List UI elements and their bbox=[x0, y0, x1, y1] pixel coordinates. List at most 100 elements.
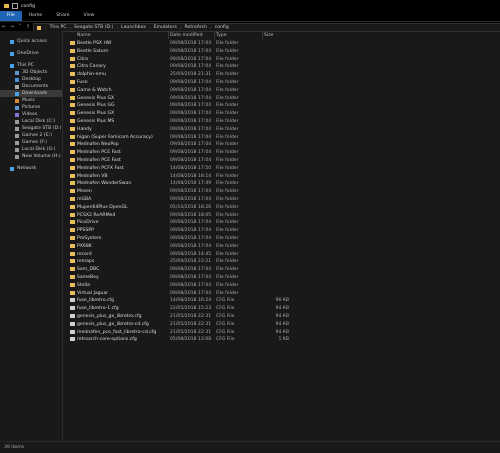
file-type: File folder bbox=[216, 212, 239, 218]
sidebar-item-label: Videos bbox=[22, 112, 38, 117]
file-size: 96 KB bbox=[275, 298, 289, 304]
folder-row[interactable]: mGBA 09/08/2018 17:04 File folder bbox=[63, 196, 500, 203]
file-row[interactable]: fuse_libretro-1.cfg 22/05/2018 15:23 CFG F… bbox=[63, 305, 500, 312]
sidebar-item[interactable]: Pictures bbox=[0, 104, 62, 111]
file-name: PicoDrive bbox=[77, 220, 99, 226]
forward-arrow-icon[interactable]: → bbox=[8, 24, 16, 30]
folder-row[interactable]: record 09/08/2018 14:45 File folder bbox=[63, 251, 500, 258]
folder-row[interactable]: Mupen64Plus OpenGL 05/10/2018 18:26 File f… bbox=[63, 204, 500, 211]
sidebar-item[interactable]: Music bbox=[0, 97, 62, 104]
column-divider[interactable] bbox=[262, 32, 263, 39]
folder-row[interactable]: Mednafen PCE Fast 09/08/2018 17:04 File fo… bbox=[63, 157, 500, 164]
folder-row[interactable]: Beetle Saturn 09/08/2018 17:04 File folder bbox=[63, 48, 500, 55]
folder-row[interactable]: PX68K 09/08/2018 17:04 File folder bbox=[63, 243, 500, 250]
folder-row[interactable]: Handy 09/08/2018 17:04 File folder bbox=[63, 126, 500, 133]
folder-row[interactable]: PCSX2 ReARMed 09/08/2018 18:05 File folder bbox=[63, 212, 500, 219]
date-modified: 09/08/2018 17:04 bbox=[170, 158, 212, 163]
sidebar-item[interactable]: New Volume (H:) bbox=[0, 153, 62, 160]
sidebar-item[interactable]: Network bbox=[0, 165, 62, 172]
file-type: File folder bbox=[216, 87, 239, 93]
folder-row[interactable]: Beetle PSX HW 09/08/2018 17:04 File folder bbox=[63, 40, 500, 47]
file-row[interactable]: genesis_plus_gx_libretro-cd.cfg 21/05/201… bbox=[63, 321, 500, 328]
file-row[interactable]: fuse_libretro.cfg 14/08/2018 16:24 CFG Fil… bbox=[63, 297, 500, 304]
folder-row[interactable]: PicoDrive 09/08/2018 17:04 File folder bbox=[63, 219, 500, 226]
folder-row[interactable]: Genesis Plus GX 09/08/2018 17:04 File fold… bbox=[63, 110, 500, 117]
folder-row[interactable]: ProSystem 09/08/2018 17:04 File folder bbox=[63, 235, 500, 242]
folder-row[interactable]: Citra 09/08/2018 17:04 File folder bbox=[63, 56, 500, 63]
date-modified: 09/08/2018 17:04 bbox=[170, 275, 212, 280]
item-count: 39 items bbox=[4, 445, 25, 450]
recent-locations-icon[interactable]: ˅ bbox=[16, 24, 24, 30]
tab-file[interactable]: File bbox=[0, 11, 22, 21]
tab-share[interactable]: Share bbox=[49, 11, 76, 21]
folder-row[interactable]: Genesis Plus MS 09/08/2018 17:04 File fold… bbox=[63, 118, 500, 125]
folder-row[interactable]: PPSSPP 09/08/2018 17:04 File folder bbox=[63, 227, 500, 234]
folder-row[interactable]: Game & Watch 09/08/2018 17:04 File folder bbox=[63, 87, 500, 94]
quick-access-toolbar-icon[interactable] bbox=[12, 3, 18, 9]
file-type: File folder bbox=[216, 243, 239, 249]
sidebar-item[interactable]: Games (F:) bbox=[0, 139, 62, 146]
breadcrumb-emulators[interactable]: Emulators bbox=[153, 25, 178, 30]
folder-row[interactable]: Virtual Jaguar 09/08/2018 17:04 File folde… bbox=[63, 290, 500, 297]
folder-row[interactable]: Genesis Plus GG 09/08/2018 17:04 File fold… bbox=[63, 102, 500, 109]
folder-icon bbox=[70, 275, 75, 279]
breadcrumb-launchbox[interactable]: Launchbox bbox=[120, 25, 147, 30]
column-header-name[interactable]: Name bbox=[77, 33, 91, 38]
sidebar-item[interactable]: 3D Objects bbox=[0, 69, 62, 76]
file-name: Mupen64Plus OpenGL bbox=[77, 204, 128, 210]
file-name: ProSystem bbox=[77, 236, 102, 241]
folder-row[interactable]: higan (Super Famicom Accuracy) 09/08/2018… bbox=[63, 134, 500, 141]
tab-home[interactable]: Home bbox=[22, 11, 50, 21]
file-row[interactable]: genesis_plus_gx_libretro.cfg 21/05/2018 2… bbox=[63, 313, 500, 320]
sidebar-item[interactable]: Desktop bbox=[0, 76, 62, 83]
navigation-pane[interactable]: Quick access OneDrive This PC 3D Objects Des… bbox=[0, 31, 63, 441]
folder-row[interactable]: Fuse 09/08/2018 17:04 File folder bbox=[63, 79, 500, 86]
sidebar-item[interactable]: Quick access bbox=[0, 38, 62, 45]
date-modified: 21/05/2018 22:31 bbox=[170, 321, 212, 327]
sidebar-item[interactable]: Games 2 (E:) bbox=[0, 132, 62, 139]
sidebar-item[interactable]: Documents bbox=[0, 83, 62, 90]
folder-row[interactable]: Stella 09/08/2018 17:04 File folder bbox=[63, 282, 500, 289]
file-name: Citra Canary bbox=[77, 64, 106, 70]
folder-row[interactable]: Mednafen VB 14/08/2018 18:14 File folder bbox=[63, 173, 500, 180]
folder-row[interactable]: Mednafen PCE Fast 09/08/2018 17:04 File fo… bbox=[63, 149, 500, 156]
tab-view[interactable]: View bbox=[77, 11, 102, 21]
file-row[interactable]: mednafen_pce_fast_libretro-cd.cfg 21/05/2… bbox=[63, 329, 500, 336]
folder-row[interactable]: Mednafen PCFX Fast 14/08/2018 17:50 File f… bbox=[63, 165, 500, 172]
sidebar-item[interactable]: Local Disk (C:) bbox=[0, 118, 62, 125]
column-header-date[interactable]: Date modified bbox=[170, 33, 203, 38]
date-modified: 14/08/2018 18:14 bbox=[170, 173, 212, 179]
breadcrumb-this-pc[interactable]: This PC bbox=[49, 25, 68, 30]
sidebar-item[interactable]: Local Disk (G:) bbox=[0, 146, 62, 153]
breadcrumb-retroarch[interactable]: RetroArch bbox=[184, 25, 209, 30]
folder-row[interactable]: Citra Canary 09/08/2018 17:04 File folder bbox=[63, 63, 500, 70]
file-name: Genesis Plus GX bbox=[77, 95, 115, 101]
column-divider[interactable] bbox=[214, 32, 215, 39]
folder-row[interactable]: remaps 25/09/2018 23:21 File folder bbox=[63, 258, 500, 265]
folder-row[interactable]: Mednafen NeoPop 09/08/2018 17:04 File fold… bbox=[63, 141, 500, 148]
up-arrow-icon[interactable]: ↑ bbox=[24, 24, 32, 30]
column-header-size[interactable]: Size bbox=[264, 33, 273, 38]
file-row[interactable]: retroarch-core-options.cfg 05/08/2018 13:… bbox=[63, 336, 500, 343]
file-name: Mesen bbox=[77, 189, 92, 195]
folder-row[interactable]: dolphin-emu 25/09/2018 21:31 File folder bbox=[63, 71, 500, 78]
sidebar-item[interactable]: Seagate STB (D:) bbox=[0, 125, 62, 132]
folder-icon bbox=[70, 267, 75, 272]
sidebar-item[interactable]: This PC bbox=[0, 62, 62, 69]
folder-row[interactable]: Mesen 09/08/2018 17:04 File folder bbox=[63, 188, 500, 195]
file-name: higan (Super Famicom Accuracy) bbox=[77, 134, 153, 140]
file-name: Genesis Plus GG bbox=[77, 103, 115, 109]
folder-row[interactable]: Mednafen WonderSwan 14/08/2018 17:49 File … bbox=[63, 180, 500, 187]
sidebar-item[interactable]: Videos bbox=[0, 111, 62, 118]
sidebar-item-label: Local Disk (G:) bbox=[22, 147, 56, 152]
breadcrumb-config[interactable]: config bbox=[214, 25, 230, 30]
breadcrumb-drive[interactable]: Seagate STB (D:) bbox=[73, 25, 114, 30]
sidebar-item[interactable]: Downloads bbox=[0, 90, 62, 97]
sidebar-item[interactable]: OneDrive bbox=[0, 50, 62, 57]
column-divider[interactable] bbox=[168, 32, 169, 39]
column-header-type[interactable]: Type bbox=[216, 33, 227, 38]
folder-row[interactable]: Sam_DBC 09/08/2018 17:04 File folder bbox=[63, 266, 500, 273]
back-arrow-icon[interactable]: ← bbox=[0, 24, 8, 30]
folder-row[interactable]: SameBoy 09/08/2018 17:04 File folder bbox=[63, 274, 500, 281]
folder-row[interactable]: Genesis Plus GX 09/08/2018 17:04 File fold… bbox=[63, 95, 500, 102]
